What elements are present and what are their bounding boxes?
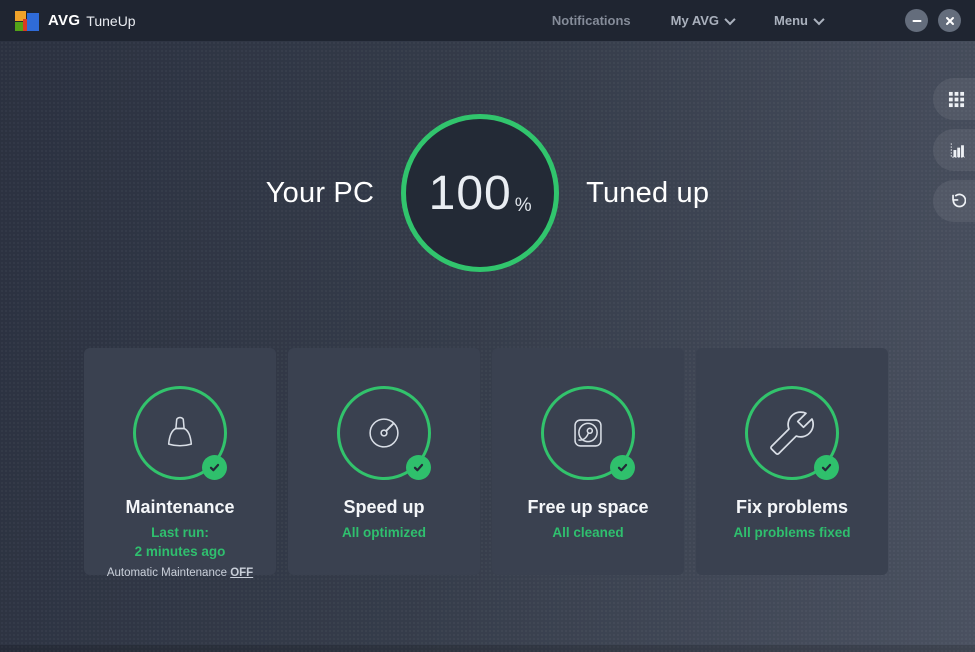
card-status: All cleaned	[492, 524, 684, 543]
avg-tuneup-window: AVG TuneUp Notifications My AVG Menu	[0, 0, 975, 652]
close-icon	[944, 15, 956, 27]
bar-chart-icon	[947, 141, 966, 160]
speed-up-ring	[337, 386, 431, 480]
apps-grid-icon	[948, 91, 965, 108]
menu-dropdown[interactable]: Menu	[774, 13, 823, 28]
brush-icon	[157, 410, 203, 456]
card-fix-problems[interactable]: Fix problems All problems fixed	[696, 348, 888, 575]
card-title: Free up space	[492, 497, 684, 518]
minimize-icon	[911, 15, 923, 27]
notifications-link[interactable]: Notifications	[552, 13, 631, 28]
titlebar: AVG TuneUp Notifications My AVG Menu	[0, 0, 975, 41]
hero-left-label: Your PC	[266, 177, 374, 210]
card-maintenance[interactable]: Maintenance Last run: 2 minutes ago Auto…	[84, 348, 276, 575]
card-title: Maintenance	[84, 497, 276, 518]
side-rail	[933, 78, 975, 222]
chevron-down-icon	[813, 13, 824, 24]
undo-rescan-icon	[947, 192, 966, 211]
card-free-up-space[interactable]: Free up space All cleaned	[492, 348, 684, 575]
check-badge	[814, 455, 839, 480]
check-icon	[820, 461, 833, 474]
titlebar-nav: Notifications My AVG Menu	[552, 9, 961, 32]
card-status: All optimized	[288, 524, 480, 543]
check-icon	[412, 461, 425, 474]
close-button[interactable]	[938, 9, 961, 32]
tuneup-status: Your PC 100 % Tuned up	[0, 114, 975, 272]
fix-problems-ring	[745, 386, 839, 480]
score-circle: 100 %	[401, 114, 559, 272]
rescan-button[interactable]	[933, 180, 975, 222]
check-badge	[202, 455, 227, 480]
statistics-button[interactable]	[933, 129, 975, 171]
main-content: Your PC 100 % Tuned up	[0, 41, 975, 652]
gauge-icon	[361, 410, 407, 456]
hero-right-label: Tuned up	[586, 177, 709, 210]
footnote-text: Automatic Maintenance	[107, 567, 230, 579]
card-status: Last run: 2 minutes ago	[84, 524, 276, 562]
notifications-label: Notifications	[552, 13, 631, 28]
score-value: 100	[429, 166, 512, 221]
status-line: All cleaned	[492, 524, 684, 543]
status-line: All problems fixed	[696, 524, 888, 543]
card-title: Speed up	[288, 497, 480, 518]
check-icon	[616, 461, 629, 474]
maintenance-ring	[133, 386, 227, 480]
check-badge	[406, 455, 431, 480]
status-line: Last run:	[84, 524, 276, 543]
check-badge	[610, 455, 635, 480]
minimize-button[interactable]	[905, 9, 928, 32]
automatic-maintenance-note: Automatic Maintenance OFF	[84, 567, 276, 579]
window-controls	[905, 9, 961, 32]
my-avg-menu[interactable]: My AVG	[671, 13, 734, 28]
status-line: 2 minutes ago	[84, 543, 276, 562]
menu-label: Menu	[774, 13, 808, 28]
chevron-down-icon	[724, 13, 735, 24]
wrench-icon	[769, 410, 815, 456]
check-icon	[208, 461, 221, 474]
card-title: Fix problems	[696, 497, 888, 518]
my-avg-label: My AVG	[671, 13, 719, 28]
brand: AVG TuneUp	[14, 8, 136, 34]
automatic-maintenance-toggle[interactable]: OFF	[230, 567, 253, 579]
free-up-space-ring	[541, 386, 635, 480]
product-name: TuneUp	[86, 13, 135, 29]
dashboard-grid-button[interactable]	[933, 78, 975, 120]
brand-name: AVG	[48, 12, 80, 29]
cards-row: Maintenance Last run: 2 minutes ago Auto…	[84, 348, 888, 575]
card-status: All problems fixed	[696, 524, 888, 543]
status-line: All optimized	[288, 524, 480, 543]
disk-icon	[565, 410, 611, 456]
card-speed-up[interactable]: Speed up All optimized	[288, 348, 480, 575]
avg-logo-icon	[14, 8, 40, 34]
score-percent: %	[515, 195, 532, 217]
